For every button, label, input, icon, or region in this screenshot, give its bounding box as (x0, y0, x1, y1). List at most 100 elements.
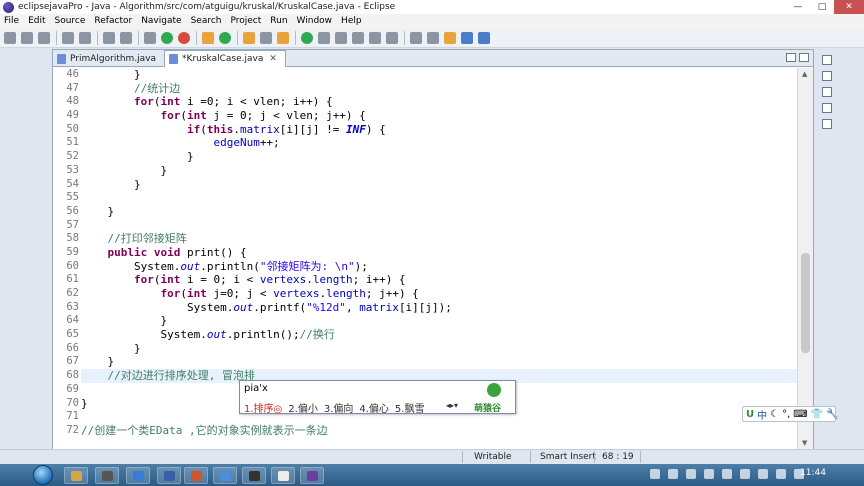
code-line[interactable] (81, 191, 797, 205)
code-line[interactable]: //创建一个类EData ,它的对象实例就表示一条边 (81, 424, 797, 438)
code-line[interactable]: } (81, 150, 797, 164)
code-line[interactable]: } (81, 68, 797, 82)
code-line[interactable]: if(this.matrix[i][j] != INF) { (81, 123, 797, 137)
tray-icon[interactable] (686, 469, 696, 479)
code-line[interactable]: public void print() { (81, 246, 797, 260)
ime-candidate[interactable]: 5.飘雪 (395, 400, 425, 415)
ime-settings-icon[interactable]: 🔧 (826, 409, 838, 420)
open-type-icon[interactable] (243, 31, 255, 44)
menu-search[interactable]: Search (191, 16, 222, 26)
console-view-icon[interactable] (822, 87, 832, 97)
code-line[interactable]: } (81, 205, 797, 219)
next-annotation-icon[interactable] (410, 31, 422, 44)
menu-project[interactable]: Project (230, 16, 261, 26)
show-whitespace-icon[interactable] (369, 31, 381, 44)
maximize-editor-icon[interactable] (799, 53, 809, 62)
start-button[interactable] (33, 465, 53, 485)
taskbar-app[interactable] (213, 467, 237, 484)
run-icon[interactable] (161, 31, 173, 44)
menu-help[interactable]: Help (341, 16, 362, 26)
scroll-down-icon[interactable]: ▼ (802, 439, 807, 447)
close-tab-icon[interactable]: ✕ (269, 54, 277, 64)
ime-punctuation-icon[interactable]: °, (782, 409, 790, 420)
code-line[interactable]: } (81, 355, 797, 369)
tray-icon[interactable] (758, 469, 768, 479)
new-package-icon[interactable] (219, 31, 231, 44)
editor-vertical-scrollbar[interactable]: ▲ ▼ (797, 68, 813, 449)
scroll-up-icon[interactable]: ▲ (802, 70, 807, 78)
word-wrap-icon[interactable] (335, 31, 347, 44)
menu-run[interactable]: Run (270, 16, 287, 26)
close-button[interactable]: ✕ (834, 0, 864, 14)
print-icon[interactable] (62, 31, 74, 44)
annotation-icon[interactable] (301, 31, 313, 44)
outline-view-icon[interactable] (822, 55, 832, 65)
taskbar-app[interactable] (126, 467, 150, 484)
back-icon[interactable] (461, 31, 473, 44)
paragraph-icon[interactable] (386, 31, 398, 44)
forward-icon[interactable] (478, 31, 490, 44)
taskbar-app[interactable] (95, 467, 119, 484)
code-line[interactable]: } (81, 164, 797, 178)
block-selection-icon[interactable] (352, 31, 364, 44)
tab-prim-algorithm[interactable]: PrimAlgorithm.java (53, 50, 164, 67)
ime-skin-icon[interactable]: 👕 (811, 409, 823, 420)
menu-window[interactable]: Window (297, 16, 333, 26)
new-java-project-icon[interactable] (202, 31, 214, 44)
taskbar-app[interactable] (64, 467, 88, 484)
taskbar-app[interactable] (184, 467, 208, 484)
restore-view-icon[interactable] (822, 119, 832, 129)
ime-candidate[interactable]: 3.偏向 (324, 400, 354, 415)
code-line[interactable]: for(int j = 0; j < vlen; j++) { (81, 109, 797, 123)
code-line[interactable]: for(int j=0; j < vertexs.length; j++) { (81, 287, 797, 301)
minimize-button[interactable]: — (786, 0, 810, 14)
maximize-button[interactable]: □ (810, 0, 834, 14)
code-line[interactable]: System.out.println("邻接矩阵为: \n"); (81, 260, 797, 274)
tray-icon[interactable] (740, 469, 750, 479)
code-line[interactable]: edgeNum++; (81, 136, 797, 150)
debug-icon[interactable] (144, 31, 156, 44)
ime-halfwidth-icon[interactable]: ☾ (770, 409, 779, 420)
task-list-icon[interactable] (822, 71, 832, 81)
save-icon[interactable] (21, 31, 33, 44)
taskbar-app[interactable] (242, 467, 266, 484)
toggle-mark-occurrences-icon[interactable] (318, 31, 330, 44)
skip-breakpoints-icon[interactable] (103, 31, 115, 44)
problems-view-icon[interactable] (822, 103, 832, 113)
code-line[interactable]: System.out.println();//换行 (81, 328, 797, 342)
code-line[interactable]: } (81, 342, 797, 356)
open-task-icon[interactable] (260, 31, 272, 44)
ime-candidate[interactable]: 1.排序◎ (244, 400, 282, 415)
ime-candidate[interactable]: 2.偏小 (288, 400, 318, 415)
menu-edit[interactable]: Edit (28, 16, 45, 26)
tray-icon[interactable] (650, 469, 660, 479)
tab-kruskal-case[interactable]: *KruskalCase.java ✕ (164, 50, 286, 67)
tray-icon[interactable] (722, 469, 732, 479)
code-line[interactable]: for(int i =0; i < vlen; i++) { (81, 95, 797, 109)
scrollbar-thumb[interactable] (801, 253, 810, 353)
last-edit-icon[interactable] (444, 31, 456, 44)
tray-icon[interactable] (704, 469, 714, 479)
taskbar-app[interactable] (271, 467, 295, 484)
code-line[interactable] (81, 219, 797, 233)
minimize-editor-icon[interactable] (786, 53, 796, 62)
ime-pager[interactable]: ◂▸▾ (446, 401, 458, 410)
ime-mode-toggle[interactable]: 中 (757, 407, 767, 422)
save-all-icon[interactable] (38, 31, 50, 44)
tray-icon[interactable] (776, 469, 786, 479)
code-line[interactable]: } (81, 178, 797, 192)
search-icon[interactable] (277, 31, 289, 44)
code-line[interactable]: System.out.printf("%12d", matrix[i][j]); (81, 301, 797, 315)
taskbar-app[interactable] (300, 467, 324, 484)
code-line[interactable]: for(int i = 0; i < vertexs.length; i++) … (81, 273, 797, 287)
code-line[interactable]: //打印邻接矩阵 (81, 232, 797, 246)
taskbar-app[interactable] (157, 467, 181, 484)
ime-candidate[interactable]: 4.偏心 (359, 400, 389, 415)
prev-annotation-icon[interactable] (427, 31, 439, 44)
step-icon[interactable] (120, 31, 132, 44)
new-icon[interactable] (4, 31, 16, 44)
menu-navigate[interactable]: Navigate (141, 16, 181, 26)
tray-icon[interactable] (668, 469, 678, 479)
external-tools-icon[interactable] (178, 31, 190, 44)
code-line[interactable]: //统计边 (81, 82, 797, 96)
